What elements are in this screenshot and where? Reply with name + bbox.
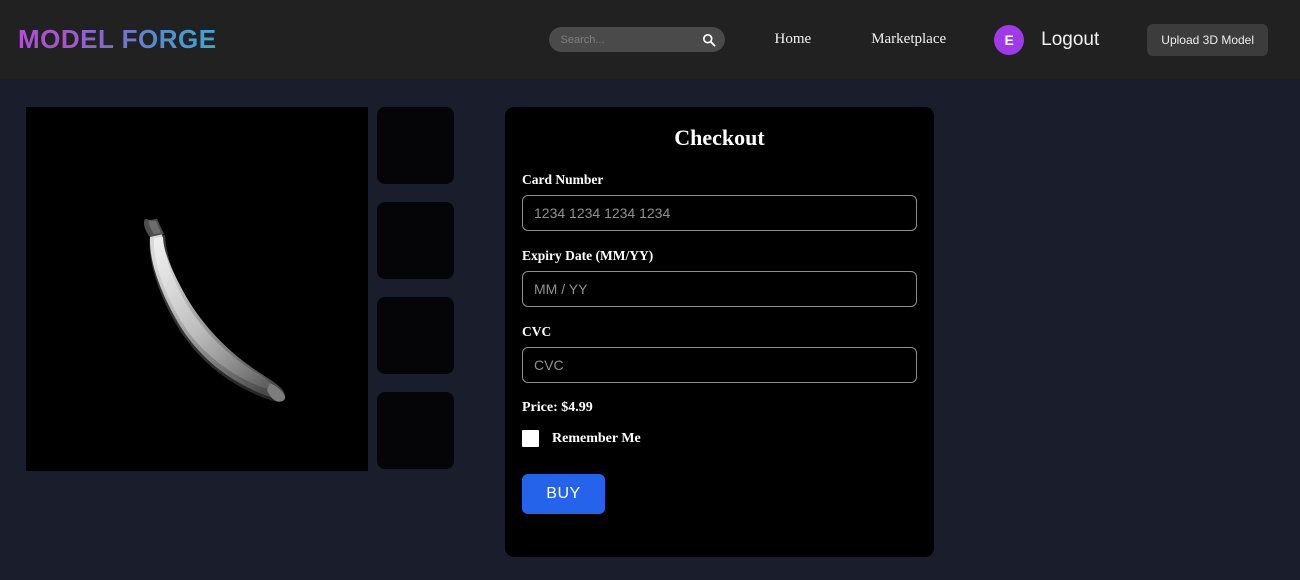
- header-nav: Home Marketplace E Logout Upload 3D Mode…: [548, 0, 1300, 79]
- logout-button[interactable]: Logout: [1041, 29, 1099, 51]
- checkout-panel: Checkout Card Number Expiry Date (MM/YY)…: [505, 107, 934, 557]
- thumbnail-item[interactable]: [377, 202, 454, 279]
- nav-link-marketplace[interactable]: Marketplace: [871, 31, 946, 48]
- expiry-date-label: Expiry Date (MM/YY): [522, 248, 654, 263]
- page-body: Checkout Card Number Expiry Date (MM/YY)…: [0, 79, 1300, 580]
- thumbnail-item[interactable]: [377, 297, 454, 374]
- search-input[interactable]: [548, 27, 725, 52]
- logo-text-model: MODEL: [18, 24, 114, 54]
- search-box[interactable]: [548, 27, 725, 52]
- banana-model-render: [26, 107, 368, 471]
- logo-text-forge: FORGE: [113, 24, 217, 54]
- cvc-input[interactable]: [522, 347, 917, 383]
- upload-3d-model-button[interactable]: Upload 3D Model: [1147, 23, 1268, 56]
- avatar[interactable]: E: [994, 24, 1025, 55]
- nav-link-home[interactable]: Home: [775, 31, 812, 48]
- cvc-label: CVC: [522, 324, 552, 339]
- card-number-label: Card Number: [522, 172, 604, 187]
- checkout-title: Checkout: [674, 125, 765, 150]
- remember-me-row: Remember Me: [522, 430, 917, 447]
- app-header: MODEL FORGE Home Marketplace E Logout Up…: [0, 0, 1300, 79]
- app-logo[interactable]: MODEL FORGE: [18, 24, 217, 55]
- model-viewer[interactable]: [26, 107, 368, 471]
- thumbnail-strip: [377, 107, 454, 487]
- expiry-date-input[interactable]: [522, 271, 917, 307]
- remember-me-label[interactable]: Remember Me: [552, 431, 641, 447]
- buy-button[interactable]: BUY: [522, 474, 605, 514]
- search-icon[interactable]: [702, 33, 716, 47]
- remember-me-checkbox[interactable]: [522, 430, 539, 447]
- thumbnail-item[interactable]: [377, 107, 454, 184]
- price-text: Price: $4.99: [522, 400, 593, 415]
- card-number-input[interactable]: [522, 195, 917, 231]
- thumbnail-item[interactable]: [377, 392, 454, 469]
